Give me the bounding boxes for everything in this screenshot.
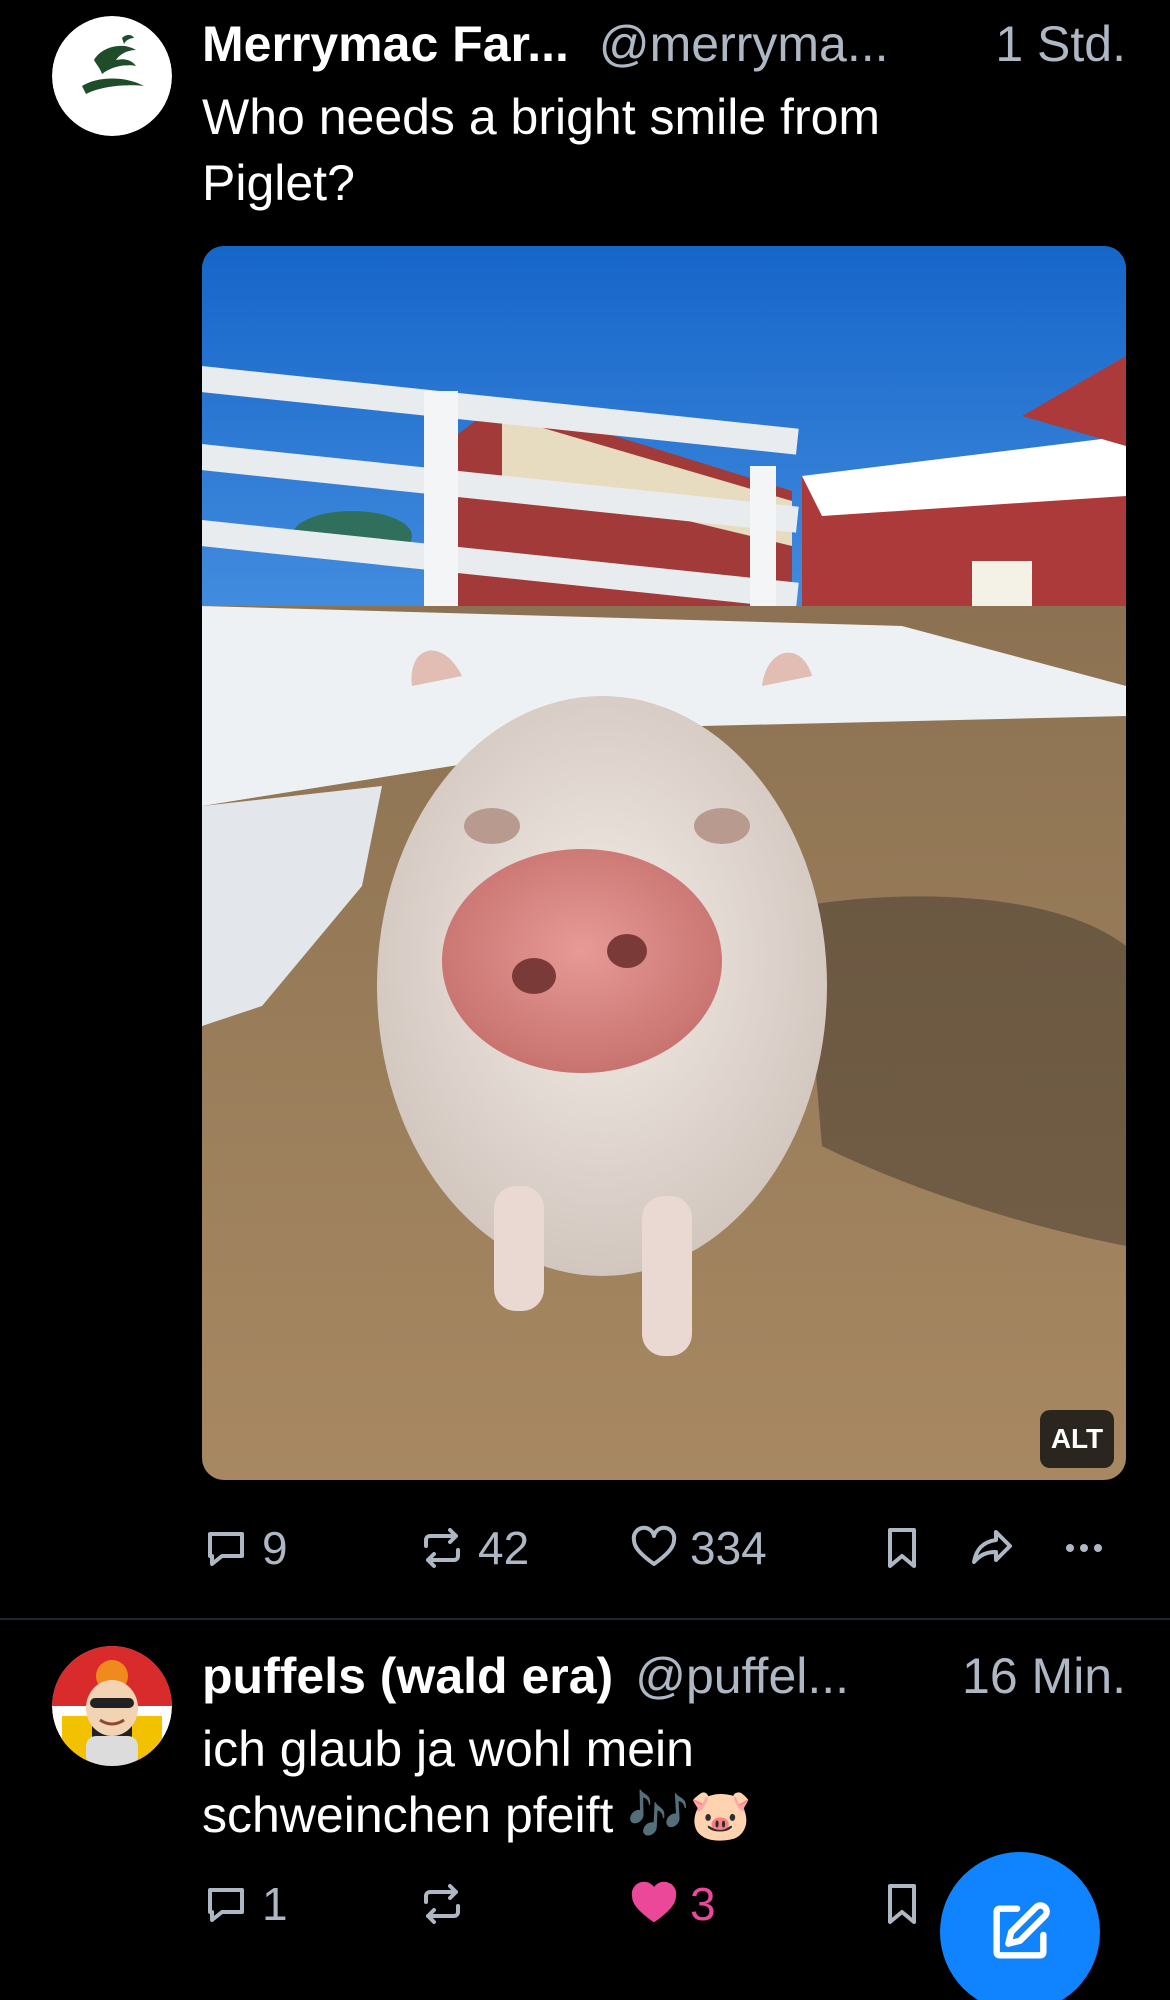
reply-button[interactable]: 9 [202, 1518, 288, 1578]
memoji-avatar [52, 1646, 172, 1766]
more-options-button[interactable] [1060, 1518, 1108, 1578]
compose-button[interactable] [940, 1852, 1100, 2000]
post-image[interactable]: ALT [202, 246, 1126, 1480]
more-icon [1066, 1544, 1102, 1552]
post-text-line: Who needs a bright smile from [202, 89, 881, 145]
post-text-line: schweinchen pfeift 🎶🐷 [202, 1787, 752, 1843]
reply-count: 1 [262, 1878, 288, 1930]
avatar[interactable] [52, 16, 172, 136]
repost-button[interactable] [418, 1874, 478, 1934]
alt-text-badge[interactable]: ALT [1040, 1410, 1114, 1468]
repost-count: 42 [478, 1522, 530, 1574]
merrymac-farm-sanctuary-logo [52, 16, 172, 136]
avatar[interactable] [52, 1646, 172, 1766]
post-header: puffels (wald era) @puffel... 16 Min. [202, 1646, 1126, 1706]
post-time[interactable]: 1 Std. [995, 14, 1126, 74]
author-name[interactable]: puffels (wald era) [202, 1646, 613, 1706]
post-text: ich glaub ja wohl mein schweinchen pfeif… [202, 1716, 1102, 1848]
post-header: Merrymac Far... @merryma... 1 Std. [202, 14, 1126, 74]
post-actions: 9 42 334 [202, 1518, 1122, 1578]
bookmark-button[interactable] [878, 1518, 926, 1578]
bookmark-button[interactable] [878, 1874, 926, 1934]
author-handle[interactable]: @merryma... [599, 14, 889, 74]
post[interactable]: Merrymac Far... @merryma... 1 Std. Who n… [0, 0, 1170, 1620]
reply-count: 9 [262, 1522, 288, 1574]
reply-icon [208, 1888, 244, 1922]
like-button[interactable]: 3 [630, 1874, 716, 1934]
like-count: 334 [690, 1522, 767, 1574]
post-text-line: ich glaub ja wohl mein [202, 1721, 694, 1777]
like-button[interactable]: 334 [630, 1518, 767, 1578]
post-text: Who needs a bright smile from Piglet? [202, 84, 1102, 216]
post-time[interactable]: 16 Min. [962, 1646, 1126, 1706]
share-icon [972, 1530, 1012, 1564]
heart-icon [631, 1525, 677, 1566]
author-handle[interactable]: @puffel... [635, 1646, 849, 1706]
author-name[interactable]: Merrymac Far... [202, 14, 569, 74]
heart-filled-icon [631, 1881, 677, 1922]
repost-button[interactable]: 42 [418, 1518, 529, 1578]
share-button[interactable] [968, 1518, 1016, 1578]
like-count: 3 [690, 1878, 716, 1930]
compose-icon [993, 1902, 1050, 1959]
bookmark-icon [888, 1528, 916, 1568]
bookmark-icon [888, 1884, 916, 1924]
post-text-line: Piglet? [202, 155, 355, 211]
reply-icon [208, 1532, 244, 1566]
pig-photo [202, 246, 1126, 1480]
repost-icon [424, 1528, 460, 1568]
repost-icon [424, 1884, 460, 1924]
reply-button[interactable]: 1 [202, 1874, 288, 1934]
